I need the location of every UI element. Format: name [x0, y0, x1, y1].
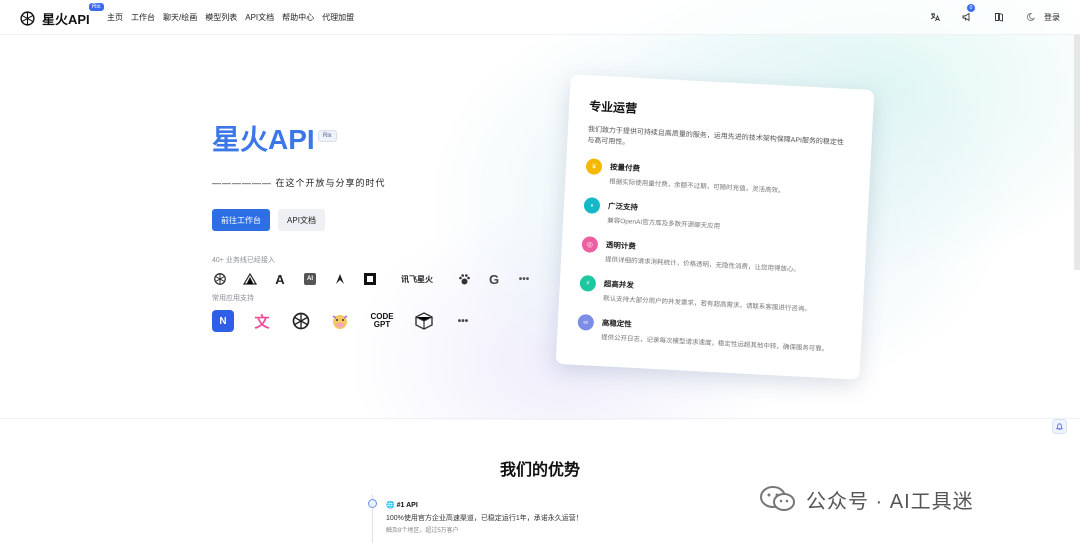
square-icon: [362, 271, 378, 287]
hero-title: 星火API: [212, 124, 315, 155]
codegpt-app-icon: CODE GPT: [370, 312, 394, 329]
hero-tag: Rix: [318, 130, 337, 142]
advantage-item: 🌐 #1 API 100%使用官方企业高速渠道，已稳定运行1年，承诺永久运营！ …: [364, 494, 664, 543]
advantage-title: 🌐 #1 API: [386, 502, 418, 509]
app-logos: N 文 CODE GPT •••: [212, 310, 491, 332]
bell-icon[interactable]: [1052, 419, 1067, 434]
nav-agent[interactable]: 代理加盟: [322, 12, 354, 23]
globe-icon: [368, 499, 377, 508]
openai-app-icon: [290, 310, 312, 332]
feature-item: ◎ 透明计费 提供详细的请求消耗统计，价格透明，无隐性消费，让您用得放心。: [581, 236, 846, 277]
theme-toggle-icon[interactable]: [1024, 10, 1038, 24]
nav-home[interactable]: 主页: [107, 12, 123, 23]
advantages-title: 我们的优势: [499, 462, 580, 479]
card-description: 我们致力于提供可持续且高质量的服务，运用先进的技术架构保障API服务的稳定性与高…: [587, 126, 845, 147]
feature-item: ⚡ 超高并发 默认支持大部分用户的并发需求，若有超高需求，请联系客服进行咨询。: [579, 275, 844, 316]
nav-chat-draw[interactable]: 聊天/绘画: [163, 12, 197, 23]
google-icon: G: [488, 271, 500, 287]
wechat-icon: [760, 486, 795, 511]
top-navbar: 星火API Rix 主页 工作台 聊天/绘画 模型列表 API文档 帮助中心 代…: [0, 0, 1080, 35]
business-logos: A AI 讯飞星火 G •••: [212, 271, 546, 287]
n-app-icon: N: [212, 310, 234, 332]
chat-icon: ▪: [583, 197, 601, 214]
brand-badge: Rix: [89, 3, 104, 11]
login-link[interactable]: 登录: [1044, 12, 1060, 23]
a-icon: A: [275, 271, 285, 287]
nav-api-docs[interactable]: API文档: [245, 12, 274, 23]
iflytek-logo: 讯飞星火: [401, 274, 433, 284]
scrollbar[interactable]: [1074, 35, 1080, 270]
openai-icon: [212, 271, 228, 287]
advantage-sub: 触及8个地区，超过5万客户: [386, 528, 459, 534]
box-app-icon: [413, 310, 435, 332]
coin-icon: ¥: [585, 158, 603, 175]
shark-icon: [242, 271, 258, 287]
hero-section: 星火API Rix —————— 在这个开放与分享的时代 前往工作台 API文档…: [212, 118, 529, 332]
api-docs-button[interactable]: API文档: [278, 209, 325, 231]
main-nav: 主页 工作台 聊天/绘画 模型列表 API文档 帮助中心 代理加盟: [107, 12, 354, 23]
card-title: 专业运营: [588, 99, 638, 116]
translate-app-icon: 文: [254, 313, 270, 331]
more-apps-icon[interactable]: •••: [452, 310, 474, 332]
hero-subtitle: —————— 在这个开放与分享的时代: [212, 178, 386, 188]
header-actions: 0 登录: [910, 4, 1060, 24]
feature-item: ▪ 广泛支持 兼容OpenAI官方库及多数开源聊天应用: [583, 197, 848, 238]
translate-icon[interactable]: [928, 10, 942, 24]
brand-name: 星火API: [42, 12, 90, 27]
bolt-icon: ⚡: [579, 275, 597, 292]
nav-models[interactable]: 模型列表: [205, 12, 237, 23]
more-icon[interactable]: •••: [516, 271, 532, 287]
feature-item: ¥ 按量付费 根据实际使用量付费，余额不过期，可随时充值，灵活高效。: [585, 158, 850, 199]
notification-badge: 0: [967, 4, 975, 12]
link-icon: ∞: [577, 313, 595, 331]
watermark-text: 公众号 · AI工具迷: [806, 490, 974, 513]
background-glow: [0, 0, 1080, 420]
megaphone-icon[interactable]: 0: [960, 4, 975, 24]
advantage-desc: 100%使用官方企业高速渠道，已稳定运行1年，承诺永久运营！: [386, 515, 583, 522]
claude-icon: [332, 271, 348, 287]
brand-logo[interactable]: 星火API Rix: [19, 3, 104, 28]
feature-item: ∞ 高稳定性 提供公开日志，记录每次模型请求速度，稳定性远超其他中转，确保服务可…: [577, 313, 842, 355]
apps-label: 常用应用支持: [212, 295, 254, 302]
wechat-watermark: 公众号 · AI工具迷: [758, 484, 974, 514]
cow-app-icon: [329, 310, 351, 332]
book-icon[interactable]: [992, 10, 1006, 24]
section-divider: [0, 418, 1080, 419]
paw-icon: [456, 271, 472, 287]
openai-logo-icon: [20, 11, 35, 26]
business-label: 40+ 业务线已经接入: [212, 257, 275, 264]
goto-workbench-button[interactable]: 前往工作台: [212, 209, 270, 231]
nav-help[interactable]: 帮助中心: [282, 12, 314, 23]
bill-icon: ◎: [581, 236, 599, 253]
nav-workbench[interactable]: 工作台: [131, 12, 155, 23]
pro-operations-card: 专业运营 我们致力于提供可持续且高质量的服务，运用先进的技术架构保障API服务的…: [555, 74, 875, 380]
ai-icon: AI: [302, 271, 318, 287]
